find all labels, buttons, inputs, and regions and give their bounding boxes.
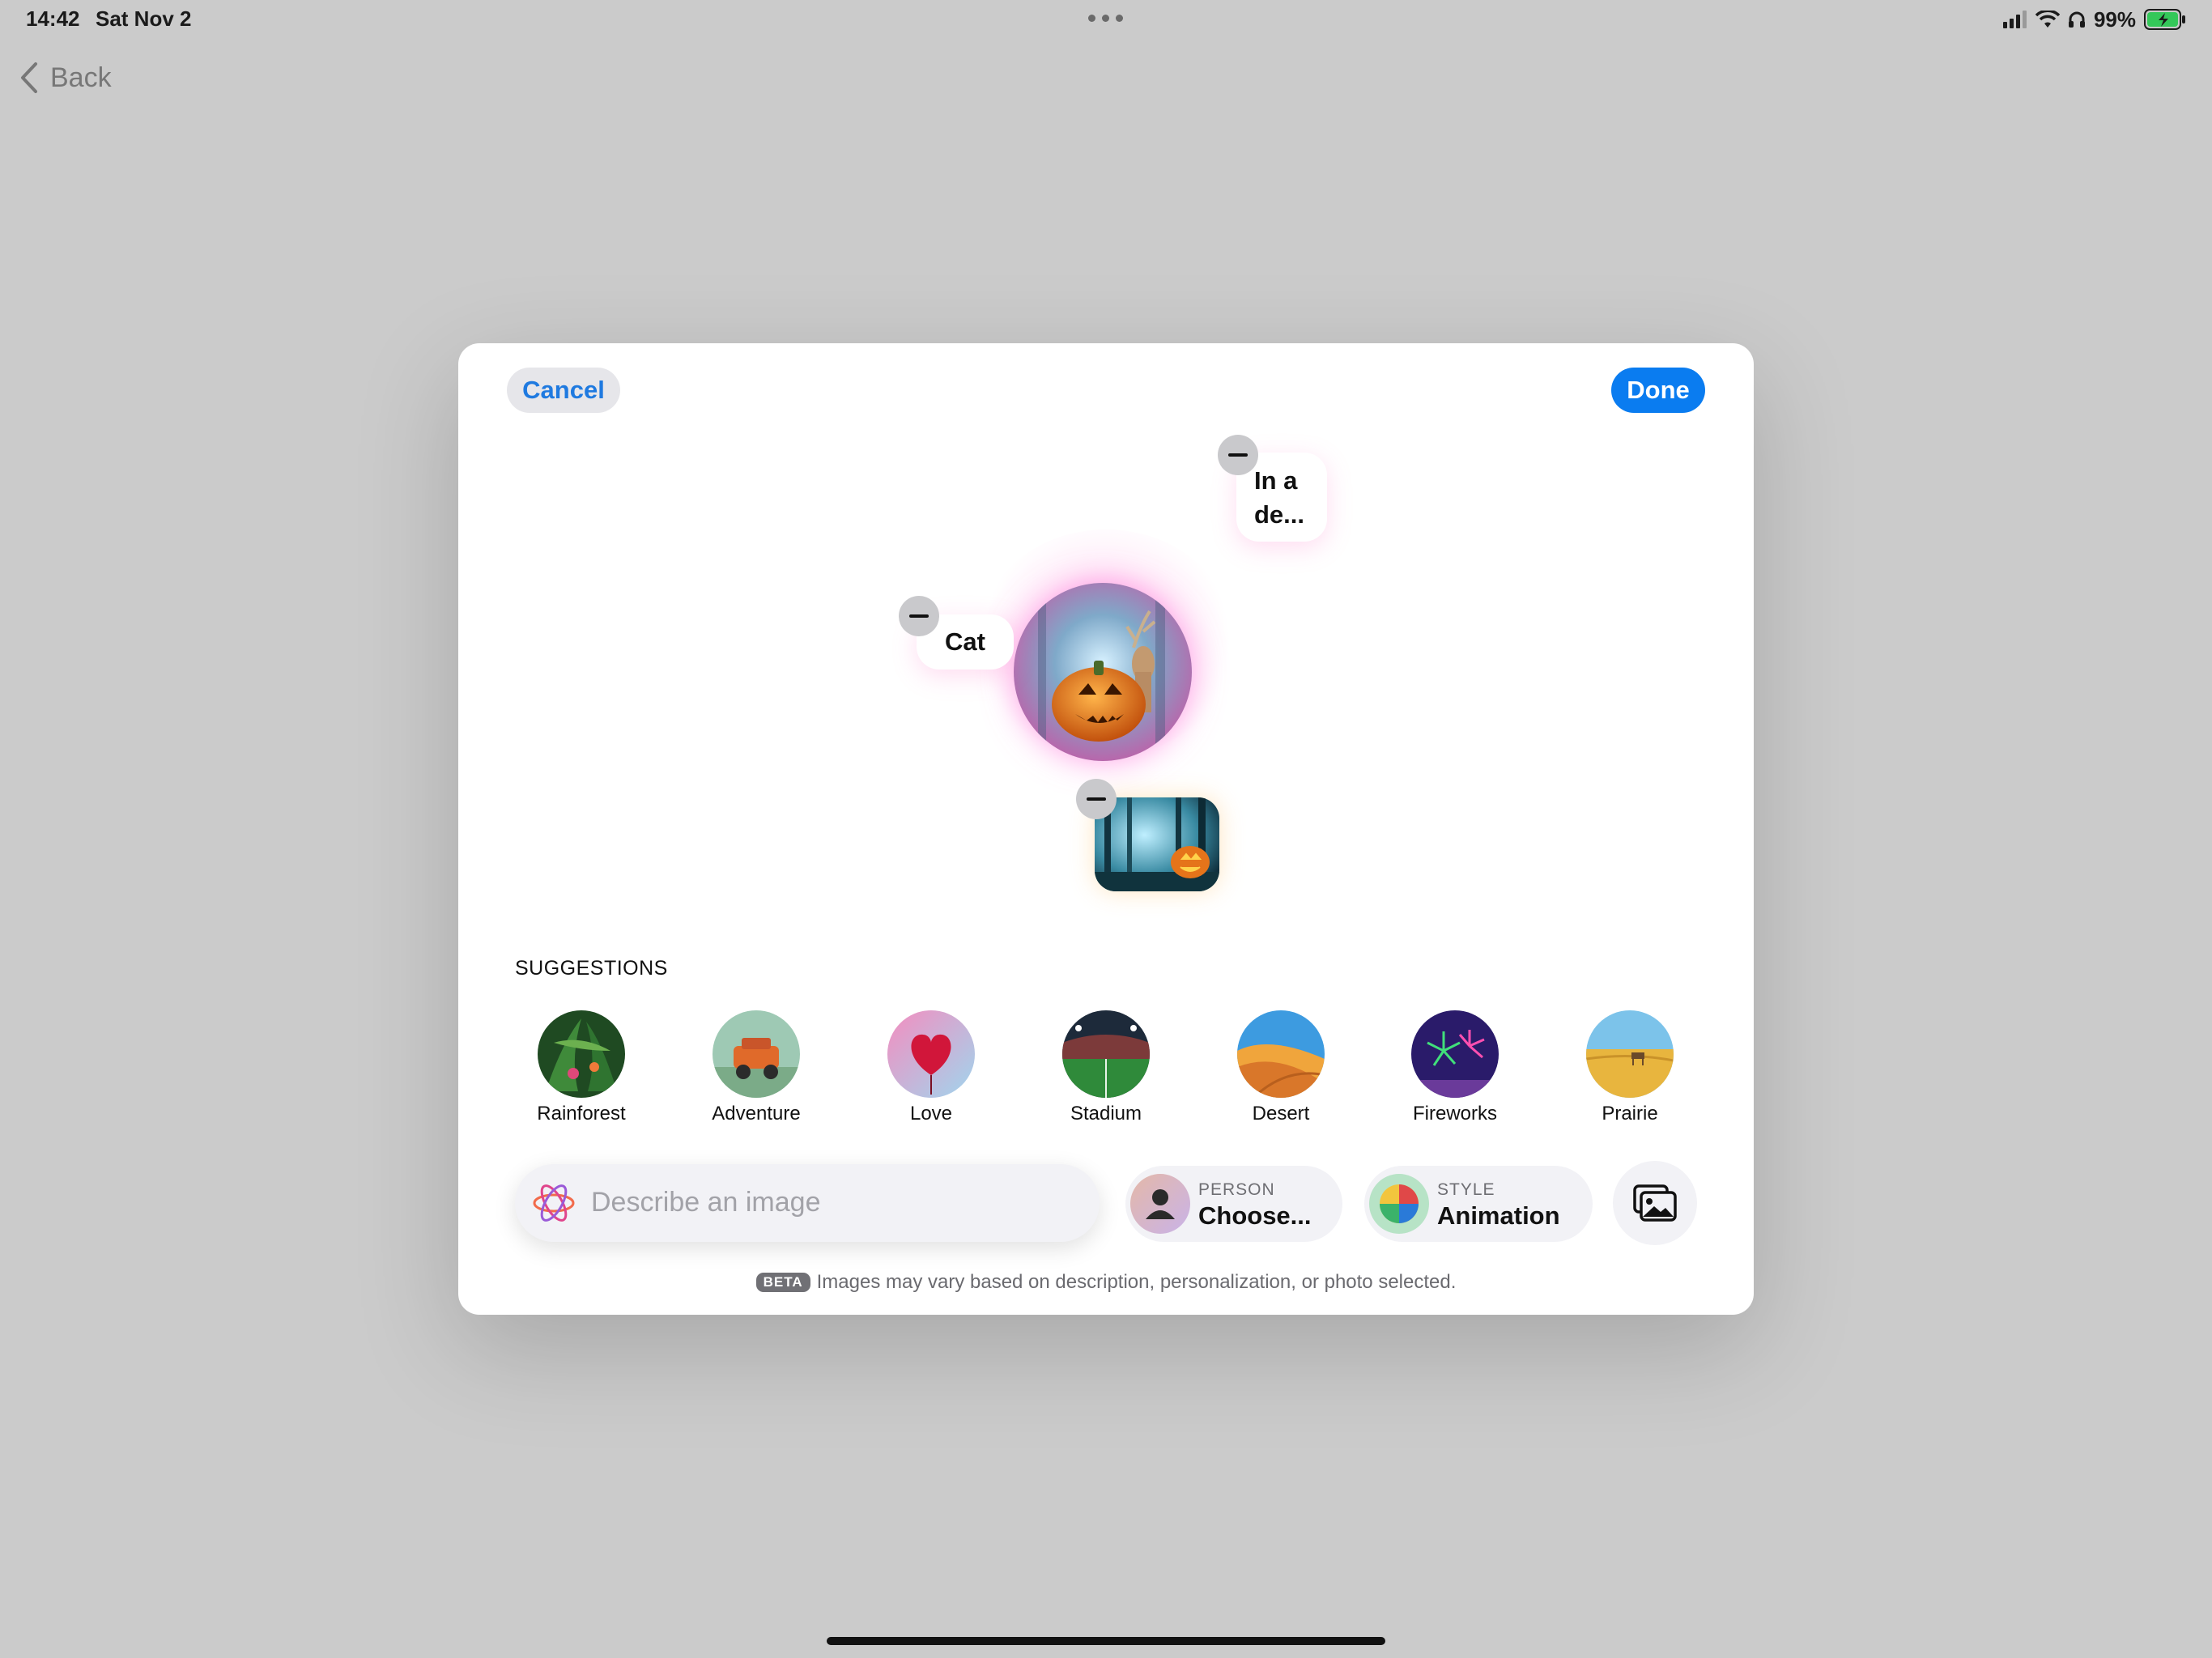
adventure-thumbnail — [713, 1010, 800, 1098]
person-value: Choose... — [1198, 1201, 1312, 1230]
suggestion-desert[interactable]: Desert — [1216, 1010, 1346, 1125]
remove-description-button[interactable] — [1218, 435, 1258, 475]
disclaimer: BETA Images may vary based on description… — [458, 1271, 1754, 1294]
photo-library-button[interactable] — [1613, 1161, 1697, 1245]
suggestion-label: Rainforest — [537, 1103, 626, 1124]
forest-pumpkin-photo — [1095, 797, 1219, 891]
battery-percent: 99% — [2093, 6, 2136, 32]
status-bar: 14:42 Sat Nov 2 99% — [0, 0, 2212, 39]
multitasking-dots-icon[interactable] — [1088, 15, 1124, 23]
describe-image-input[interactable]: Describe an image — [515, 1164, 1100, 1242]
rainforest-thumbnail — [538, 1010, 625, 1098]
remove-photo-button[interactable] — [1076, 779, 1117, 819]
suggestion-rainforest[interactable]: Rainforest — [517, 1010, 646, 1125]
suggestion-label: Stadium — [1070, 1103, 1142, 1124]
style-avatar — [1369, 1174, 1429, 1234]
suggestion-prairie[interactable]: Prairie — [1565, 1010, 1695, 1125]
back-button[interactable]: Back — [19, 62, 112, 94]
home-indicator[interactable] — [827, 1637, 1385, 1645]
suggestion-label: Love — [909, 1103, 953, 1124]
image-playground-icon — [533, 1184, 575, 1222]
back-label: Back — [50, 62, 112, 93]
pumpkin-deer-image — [1014, 583, 1192, 761]
status-time: 14:42 — [26, 6, 80, 31]
generated-image-preview[interactable] — [1014, 583, 1192, 761]
suggestion-label: Prairie — [1602, 1103, 1658, 1124]
photos-icon — [1633, 1184, 1677, 1222]
suggestions-heading: SUGGESTIONS — [515, 957, 668, 980]
status-indicators: 99% — [2002, 6, 2186, 32]
suggestion-love[interactable]: Love — [866, 1010, 996, 1125]
suggestion-adventure[interactable]: Adventure — [691, 1010, 821, 1125]
style-picker[interactable]: STYLE Animation — [1364, 1166, 1593, 1242]
beta-badge: BETA — [755, 1273, 810, 1292]
description-line-2: de... — [1254, 500, 1305, 529]
status-date: Sat Nov 2 — [96, 6, 192, 31]
signal-icon — [2002, 11, 2027, 28]
suggestion-label: Desert — [1252, 1103, 1310, 1124]
describe-image-placeholder: Describe an image — [591, 1187, 821, 1218]
cancel-button[interactable]: Cancel — [507, 368, 620, 413]
style-caption: STYLE — [1437, 1180, 1495, 1199]
stadium-thumbnail — [1062, 1010, 1150, 1098]
chevron-left-icon — [21, 62, 37, 93]
suggestion-fireworks[interactable]: Fireworks — [1390, 1010, 1520, 1125]
prairie-thumbnail — [1586, 1010, 1674, 1098]
headphones-icon — [2068, 11, 2085, 28]
concept-chip-photo[interactable] — [1095, 797, 1219, 891]
suggestion-label: Adventure — [712, 1103, 801, 1124]
style-value: Animation — [1437, 1201, 1560, 1230]
person-caption: PERSON — [1198, 1180, 1275, 1199]
suggestion-stadium[interactable]: Stadium — [1041, 1010, 1171, 1125]
wifi-icon — [2035, 11, 2060, 28]
battery-charging-icon — [2144, 9, 2185, 30]
person-avatar — [1130, 1174, 1190, 1234]
disclaimer-text: Images may vary based on description, pe… — [816, 1271, 1457, 1293]
person-picker[interactable]: PERSON Choose... — [1125, 1166, 1342, 1242]
remove-cat-button[interactable] — [899, 596, 939, 636]
desert-thumbnail — [1237, 1010, 1325, 1098]
love-thumbnail — [887, 1010, 975, 1098]
concept-chip-label: Cat — [945, 627, 985, 656]
fireworks-thumbnail — [1411, 1010, 1499, 1098]
suggestion-label: Fireworks — [1412, 1103, 1497, 1124]
image-playground-sheet: Cancel Done Cat In a de... SUGGESTIONS R… — [458, 343, 1754, 1315]
description-line-1: In a — [1254, 466, 1298, 495]
done-button[interactable]: Done — [1611, 368, 1705, 413]
